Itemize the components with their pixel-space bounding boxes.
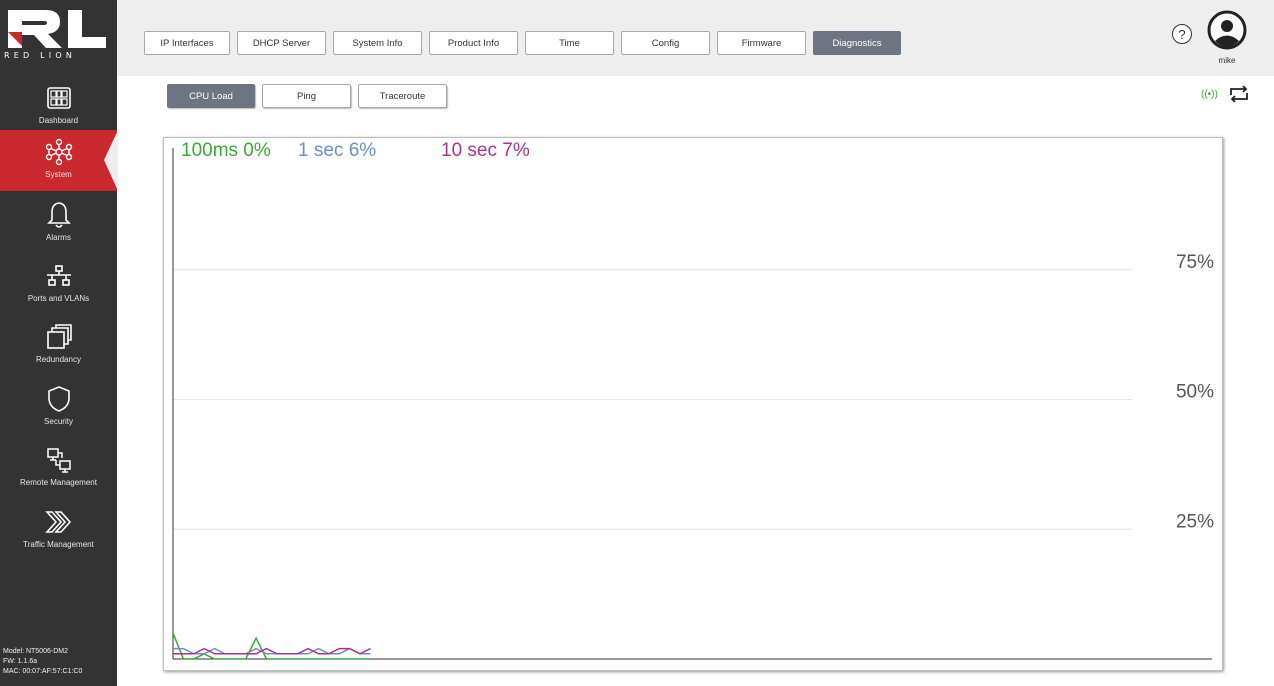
sidebar-item-label: Redundancy xyxy=(36,355,81,364)
tab-config[interactable]: Config xyxy=(621,31,710,55)
help-icon[interactable]: ? xyxy=(1172,24,1192,44)
sidebar-item-ports-and-vlans[interactable]: Ports and VLANs xyxy=(0,254,117,315)
readout-100ms: 100ms 0% xyxy=(181,140,271,161)
remote-icon xyxy=(45,444,73,476)
sidebar-item-label: Ports and VLANs xyxy=(27,294,90,303)
dashboard-icon xyxy=(46,82,72,114)
firmware-text: FW: 1.1.6a xyxy=(3,658,38,665)
sidebar-item-redundancy[interactable]: Redundancy xyxy=(0,315,117,376)
device-info: Model: NT5006-DM2 FW: 1.1.6a MAC: 00:07:… xyxy=(3,647,82,677)
tab-diagnostics[interactable]: Diagnostics xyxy=(813,31,901,55)
double-chevron-icon xyxy=(44,506,74,538)
sidebar-item-label: Remote Management xyxy=(20,478,97,487)
series-line-100ms xyxy=(172,632,371,660)
readout-1s: 1 sec 6% xyxy=(298,140,377,161)
cpu-load-chart-svg: 75% 50% 25% xyxy=(172,148,1214,660)
sidebar-item-remote-management[interactable]: Remote Management xyxy=(0,438,117,499)
y-tick-label: 25% xyxy=(1176,511,1214,532)
model-text: Model: NT5006-DM2 xyxy=(3,648,68,655)
sidebar-item-alarms[interactable]: Alarms xyxy=(0,193,117,254)
sidebar-item-label: Dashboard xyxy=(38,116,79,125)
subtab-ping[interactable]: Ping xyxy=(262,84,351,108)
connection-status-icon: ((•)) xyxy=(1201,89,1218,100)
tab-ip-interfaces[interactable]: IP Interfaces xyxy=(144,31,230,55)
mac-text: MAC: 00:07:AF:57:C1:C0 xyxy=(3,668,83,675)
sidebar-item-label: System xyxy=(45,170,72,179)
tab-firmware[interactable]: Firmware xyxy=(717,31,806,55)
y-tick-label: 50% xyxy=(1176,382,1214,403)
rl-logo-icon xyxy=(8,10,106,48)
red-lion-logo: RED LION xyxy=(0,0,117,72)
refresh-icon[interactable] xyxy=(1228,84,1250,109)
subtab-cpu-load[interactable]: CPU Load xyxy=(167,84,255,108)
tab-time[interactable]: Time xyxy=(525,31,614,55)
copies-icon xyxy=(45,321,73,353)
y-tick-label: 75% xyxy=(1176,252,1214,273)
sidebar: RED LION Dashboard System Alarms Ports a… xyxy=(0,0,118,686)
sidebar-item-dashboard[interactable]: Dashboard xyxy=(0,76,117,137)
tab-system-info[interactable]: System Info xyxy=(333,31,422,55)
bell-icon xyxy=(46,199,71,231)
brand-text: RED LION xyxy=(4,51,77,60)
sidebar-item-system[interactable]: System xyxy=(0,130,118,191)
ports-icon xyxy=(46,260,72,292)
sidebar-item-security[interactable]: Security xyxy=(0,377,117,438)
sidebar-item-label: Alarms xyxy=(46,233,71,242)
subtab-traceroute[interactable]: Traceroute xyxy=(358,84,447,108)
cpu-load-chart: 75% 50% 25% xyxy=(163,137,1223,671)
user-avatar-icon[interactable] xyxy=(1207,10,1247,55)
shield-icon xyxy=(47,383,71,415)
sidebar-item-label: Traffic Management xyxy=(23,540,94,549)
network-icon xyxy=(45,136,73,168)
readout-10s: 10 sec 7% xyxy=(441,140,530,161)
tab-product-info[interactable]: Product Info xyxy=(429,31,518,55)
sidebar-item-traffic-management[interactable]: Traffic Management xyxy=(0,500,117,561)
username: mike xyxy=(1218,56,1236,65)
tab-dhcp-server[interactable]: DHCP Server xyxy=(237,31,326,55)
sidebar-item-label: Security xyxy=(44,417,73,426)
